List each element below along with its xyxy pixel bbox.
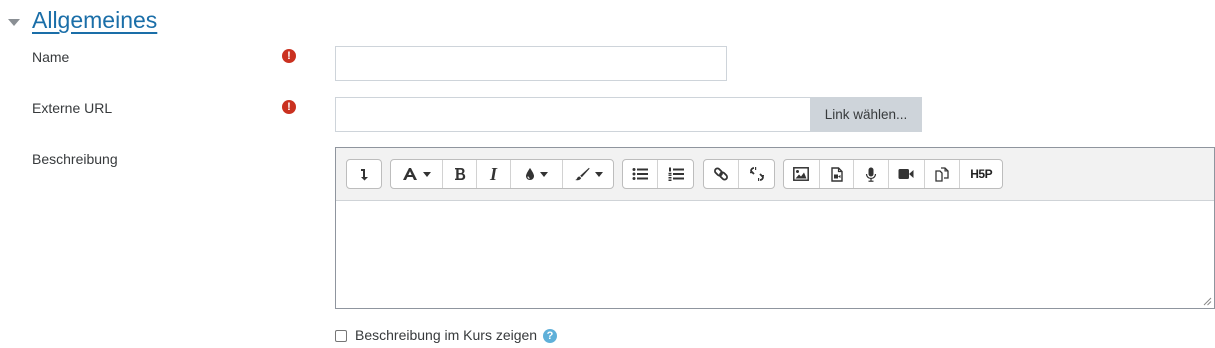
italic-icon[interactable]: I bbox=[477, 160, 511, 188]
toolbar-group-collapse bbox=[346, 159, 382, 189]
manage-files-icon[interactable] bbox=[925, 160, 961, 188]
description-editor: I H5P bbox=[335, 147, 1215, 309]
text-color-icon[interactable] bbox=[511, 160, 563, 188]
url-label: Externe URL bbox=[32, 100, 113, 116]
bold-icon[interactable] bbox=[443, 160, 477, 188]
background-color-icon[interactable] bbox=[563, 160, 613, 188]
toolbar-group-links bbox=[703, 159, 775, 189]
show-description-checkbox[interactable] bbox=[335, 330, 347, 342]
toolbar-group-lists bbox=[622, 159, 694, 189]
ordered-list-icon[interactable] bbox=[658, 160, 693, 188]
editor-content-area[interactable] bbox=[336, 201, 1214, 308]
h5p-icon[interactable]: H5P bbox=[960, 160, 1002, 188]
choose-link-button[interactable]: Link wählen... bbox=[810, 97, 922, 132]
required-icon: ! bbox=[282, 100, 296, 114]
section-toggle[interactable] bbox=[8, 6, 20, 36]
name-input[interactable] bbox=[335, 46, 727, 81]
link-icon[interactable] bbox=[704, 160, 739, 188]
microphone-icon[interactable] bbox=[854, 160, 890, 188]
unlink-icon[interactable] bbox=[739, 160, 774, 188]
caret-down-icon[interactable] bbox=[8, 18, 20, 26]
url-input[interactable] bbox=[335, 97, 811, 132]
unordered-list-icon[interactable] bbox=[623, 160, 658, 188]
show-description-label[interactable]: Beschreibung im Kurs zeigen bbox=[355, 327, 537, 343]
video-icon[interactable] bbox=[889, 160, 925, 188]
editor-toolbar: I H5P bbox=[336, 148, 1214, 201]
name-label: Name bbox=[32, 49, 70, 65]
section-title[interactable]: Allgemeines bbox=[32, 5, 157, 35]
image-icon[interactable] bbox=[784, 160, 820, 188]
resize-handle-icon[interactable] bbox=[1202, 296, 1212, 306]
required-icon: ! bbox=[282, 49, 296, 63]
toolbar-group-style: I bbox=[390, 159, 614, 189]
font-family-icon[interactable] bbox=[391, 160, 443, 188]
collapse-icon[interactable] bbox=[347, 160, 381, 188]
toolbar-group-media: H5P bbox=[783, 159, 1003, 189]
help-icon[interactable]: ? bbox=[543, 329, 557, 343]
media-icon[interactable] bbox=[820, 160, 855, 188]
description-label: Beschreibung bbox=[32, 151, 118, 167]
